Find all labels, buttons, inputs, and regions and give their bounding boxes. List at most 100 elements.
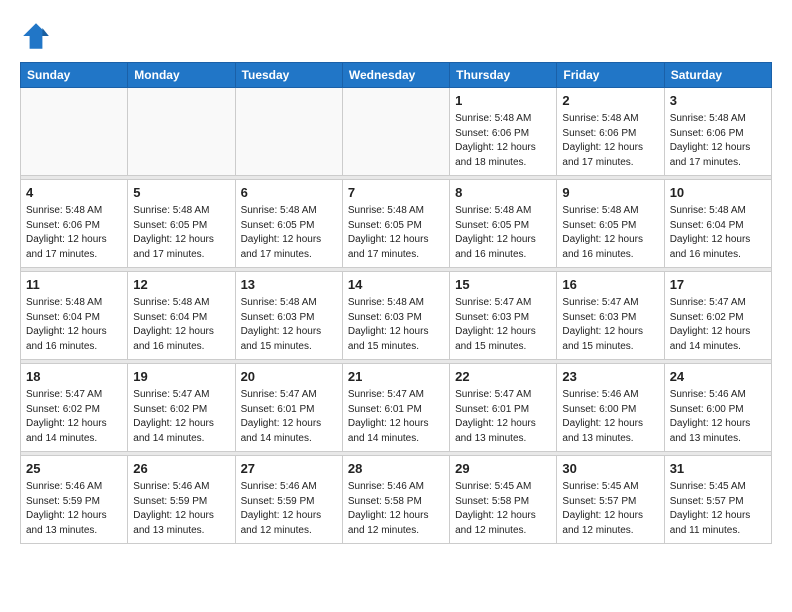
day-info: Sunrise: 5:48 AM Sunset: 6:06 PM Dayligh…: [455, 112, 551, 170]
logo: [20, 20, 54, 52]
calendar-cell: 22 Sunrise: 5:47 AM Sunset: 6:01 PM Dayli…: [450, 364, 557, 452]
calendar-cell: 1Sunrise: 5:48 AM Sunset: 6:06 PM Daylig…: [450, 88, 557, 176]
day-number: 8: [455, 184, 551, 202]
day-info: Sunrise: 5:46 AM Sunset: 6:00 PM Dayligh…: [670, 388, 766, 446]
day-number: 29: [455, 460, 551, 478]
calendar-cell: 7 Sunrise: 5:48 AM Sunset: 6:05 PM Daylig…: [342, 180, 449, 268]
calendar-cell: 17 Sunrise: 5:47 AM Sunset: 6:02 PM Dayli…: [664, 272, 771, 360]
day-info: Sunrise: 5:47 AM Sunset: 6:02 PM Dayligh…: [670, 296, 766, 354]
day-number: 13: [241, 276, 337, 294]
calendar-cell: 29Sunrise: 5:45 AM Sunset: 5:58 PM Dayli…: [450, 456, 557, 544]
calendar-cell: [235, 88, 342, 176]
weekday-header-sunday: Sunday: [21, 63, 128, 88]
calendar-cell: 3Sunrise: 5:48 AM Sunset: 6:06 PM Daylig…: [664, 88, 771, 176]
day-number: 4: [26, 184, 122, 202]
calendar-cell: 15 Sunrise: 5:47 AM Sunset: 6:03 PM Dayli…: [450, 272, 557, 360]
day-info: Sunrise: 5:47 AM Sunset: 6:02 PM Dayligh…: [133, 388, 229, 446]
calendar-cell: 26 Sunrise: 5:46 AM Sunset: 5:59 PM Dayli…: [128, 456, 235, 544]
weekday-header-wednesday: Wednesday: [342, 63, 449, 88]
calendar-cell: 8 Sunrise: 5:48 AM Sunset: 6:05 PM Daylig…: [450, 180, 557, 268]
day-number: 31: [670, 460, 766, 478]
calendar-cell: 21 Sunrise: 5:47 AM Sunset: 6:01 PM Dayli…: [342, 364, 449, 452]
day-number: 21: [348, 368, 444, 386]
calendar-cell: 14Sunrise: 5:48 AM Sunset: 6:03 PM Dayli…: [342, 272, 449, 360]
calendar-cell: [21, 88, 128, 176]
day-number: 30: [562, 460, 658, 478]
week-row-2: 11 Sunrise: 5:48 AM Sunset: 6:04 PM Dayli…: [21, 272, 772, 360]
header: [20, 20, 772, 52]
calendar-cell: 5 Sunrise: 5:48 AM Sunset: 6:05 PM Daylig…: [128, 180, 235, 268]
calendar-cell: 30Sunrise: 5:45 AM Sunset: 5:57 PM Dayli…: [557, 456, 664, 544]
day-info: Sunrise: 5:47 AM Sunset: 6:01 PM Dayligh…: [348, 388, 444, 446]
day-number: 7: [348, 184, 444, 202]
logo-icon: [20, 20, 52, 52]
day-info: Sunrise: 5:48 AM Sunset: 6:05 PM Dayligh…: [455, 204, 551, 262]
day-info: Sunrise: 5:46 AM Sunset: 5:59 PM Dayligh…: [26, 480, 122, 538]
day-number: 17: [670, 276, 766, 294]
day-number: 27: [241, 460, 337, 478]
day-info: Sunrise: 5:47 AM Sunset: 6:03 PM Dayligh…: [455, 296, 551, 354]
day-info: Sunrise: 5:47 AM Sunset: 6:01 PM Dayligh…: [241, 388, 337, 446]
weekday-header-thursday: Thursday: [450, 63, 557, 88]
calendar: SundayMondayTuesdayWednesdayThursdayFrid…: [20, 62, 772, 544]
day-number: 26: [133, 460, 229, 478]
day-info: Sunrise: 5:48 AM Sunset: 6:04 PM Dayligh…: [26, 296, 122, 354]
day-number: 16: [562, 276, 658, 294]
page: SundayMondayTuesdayWednesdayThursdayFrid…: [0, 0, 792, 554]
day-info: Sunrise: 5:48 AM Sunset: 6:05 PM Dayligh…: [348, 204, 444, 262]
day-info: Sunrise: 5:48 AM Sunset: 6:03 PM Dayligh…: [348, 296, 444, 354]
calendar-cell: 28 Sunrise: 5:46 AM Sunset: 5:58 PM Dayli…: [342, 456, 449, 544]
day-number: 15: [455, 276, 551, 294]
calendar-cell: 4 Sunrise: 5:48 AM Sunset: 6:06 PM Daylig…: [21, 180, 128, 268]
weekday-header-row: SundayMondayTuesdayWednesdayThursdayFrid…: [21, 63, 772, 88]
day-number: 24: [670, 368, 766, 386]
day-number: 3: [670, 92, 766, 110]
day-number: 22: [455, 368, 551, 386]
day-number: 9: [562, 184, 658, 202]
day-number: 25: [26, 460, 122, 478]
day-info: Sunrise: 5:47 AM Sunset: 6:01 PM Dayligh…: [455, 388, 551, 446]
week-row-4: 25 Sunrise: 5:46 AM Sunset: 5:59 PM Dayli…: [21, 456, 772, 544]
calendar-cell: 18Sunrise: 5:47 AM Sunset: 6:02 PM Dayli…: [21, 364, 128, 452]
day-info: Sunrise: 5:48 AM Sunset: 6:03 PM Dayligh…: [241, 296, 337, 354]
day-number: 11: [26, 276, 122, 294]
day-info: Sunrise: 5:48 AM Sunset: 6:05 PM Dayligh…: [562, 204, 658, 262]
day-number: 28: [348, 460, 444, 478]
calendar-cell: [342, 88, 449, 176]
day-info: Sunrise: 5:48 AM Sunset: 6:04 PM Dayligh…: [670, 204, 766, 262]
calendar-cell: 13 Sunrise: 5:48 AM Sunset: 6:03 PM Dayli…: [235, 272, 342, 360]
day-info: Sunrise: 5:47 AM Sunset: 6:03 PM Dayligh…: [562, 296, 658, 354]
week-row-1: 4 Sunrise: 5:48 AM Sunset: 6:06 PM Daylig…: [21, 180, 772, 268]
weekday-header-saturday: Saturday: [664, 63, 771, 88]
day-info: Sunrise: 5:45 AM Sunset: 5:57 PM Dayligh…: [670, 480, 766, 538]
calendar-cell: 24 Sunrise: 5:46 AM Sunset: 6:00 PM Dayli…: [664, 364, 771, 452]
day-number: 10: [670, 184, 766, 202]
day-number: 5: [133, 184, 229, 202]
day-info: Sunrise: 5:46 AM Sunset: 5:59 PM Dayligh…: [133, 480, 229, 538]
calendar-cell: 12 Sunrise: 5:48 AM Sunset: 6:04 PM Dayli…: [128, 272, 235, 360]
day-info: Sunrise: 5:48 AM Sunset: 6:05 PM Dayligh…: [133, 204, 229, 262]
day-info: Sunrise: 5:46 AM Sunset: 5:58 PM Dayligh…: [348, 480, 444, 538]
day-info: Sunrise: 5:48 AM Sunset: 6:06 PM Dayligh…: [562, 112, 658, 170]
day-info: Sunrise: 5:48 AM Sunset: 6:05 PM Dayligh…: [241, 204, 337, 262]
calendar-cell: 23Sunrise: 5:46 AM Sunset: 6:00 PM Dayli…: [557, 364, 664, 452]
weekday-header-tuesday: Tuesday: [235, 63, 342, 88]
calendar-cell: 6 Sunrise: 5:48 AM Sunset: 6:05 PM Daylig…: [235, 180, 342, 268]
day-number: 18: [26, 368, 122, 386]
weekday-header-monday: Monday: [128, 63, 235, 88]
calendar-cell: 9 Sunrise: 5:48 AM Sunset: 6:05 PM Daylig…: [557, 180, 664, 268]
calendar-cell: 27Sunrise: 5:46 AM Sunset: 5:59 PM Dayli…: [235, 456, 342, 544]
day-number: 12: [133, 276, 229, 294]
day-number: 2: [562, 92, 658, 110]
day-info: Sunrise: 5:48 AM Sunset: 6:06 PM Dayligh…: [26, 204, 122, 262]
calendar-cell: 25 Sunrise: 5:46 AM Sunset: 5:59 PM Dayli…: [21, 456, 128, 544]
day-info: Sunrise: 5:48 AM Sunset: 6:04 PM Dayligh…: [133, 296, 229, 354]
week-row-0: 1Sunrise: 5:48 AM Sunset: 6:06 PM Daylig…: [21, 88, 772, 176]
calendar-cell: [128, 88, 235, 176]
day-number: 6: [241, 184, 337, 202]
calendar-cell: 2 Sunrise: 5:48 AM Sunset: 6:06 PM Daylig…: [557, 88, 664, 176]
weekday-header-friday: Friday: [557, 63, 664, 88]
calendar-cell: 11 Sunrise: 5:48 AM Sunset: 6:04 PM Dayli…: [21, 272, 128, 360]
calendar-cell: 20Sunrise: 5:47 AM Sunset: 6:01 PM Dayli…: [235, 364, 342, 452]
calendar-cell: 31 Sunrise: 5:45 AM Sunset: 5:57 PM Dayli…: [664, 456, 771, 544]
